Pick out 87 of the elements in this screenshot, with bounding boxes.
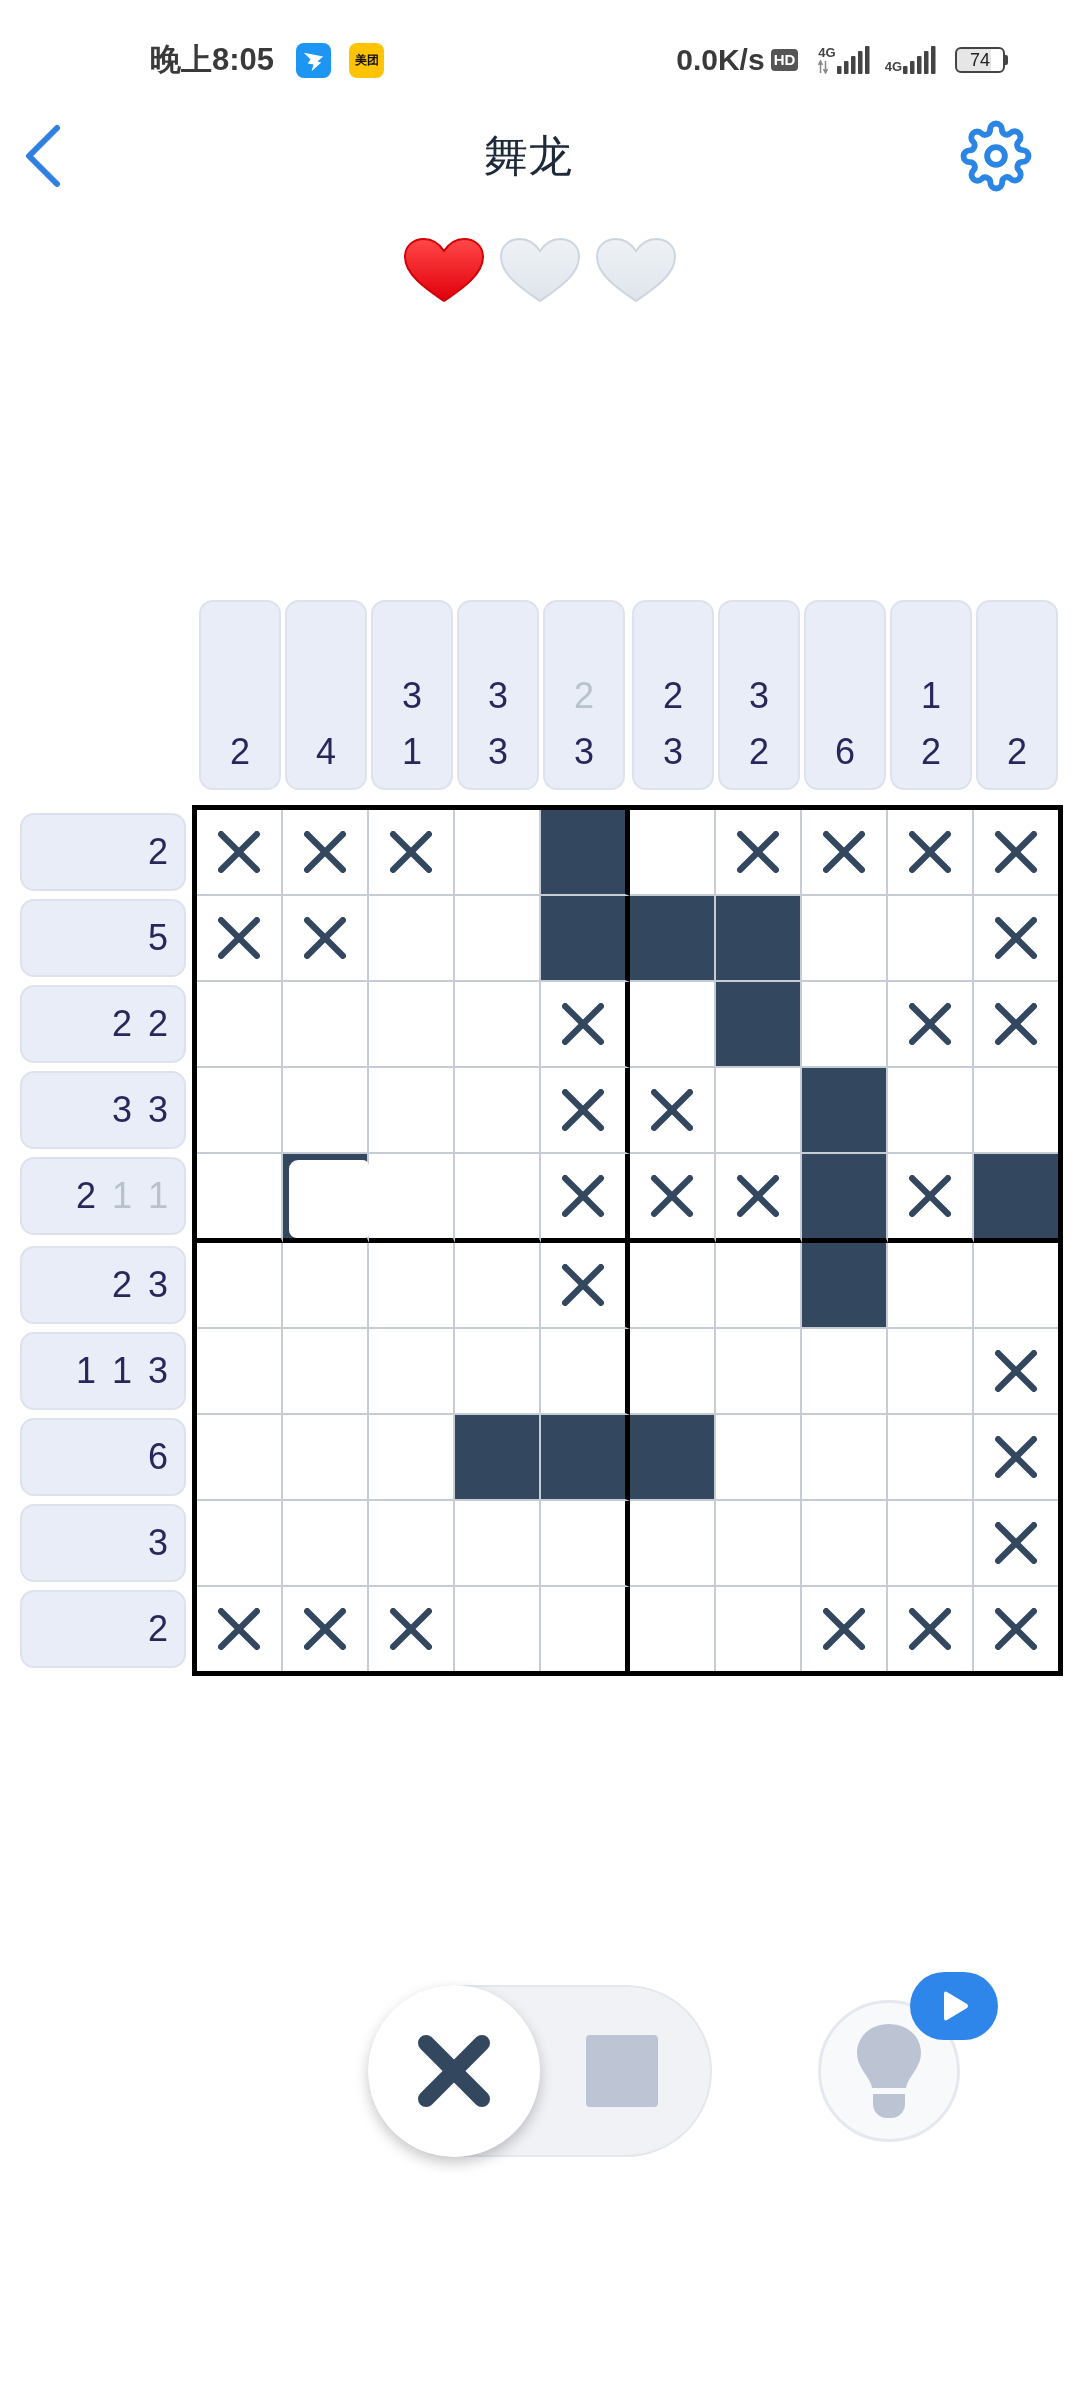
cross-icon: [995, 1608, 1037, 1650]
cross-icon: [390, 831, 432, 873]
cross-icon: [909, 1608, 951, 1650]
clue-number: 2: [111, 1004, 132, 1044]
cross-icon: [651, 1089, 693, 1131]
clue-number: 3: [488, 730, 508, 774]
clue-number: 6: [835, 730, 855, 774]
app-icon: [296, 42, 332, 78]
square-icon: [586, 2035, 658, 2107]
cross-icon: [562, 1089, 604, 1131]
network-speed: 0.0K/s: [676, 43, 765, 77]
puzzle-title: 舞龙: [484, 129, 572, 182]
battery-indicator: 74: [955, 47, 1008, 73]
clue-number: 2: [663, 674, 683, 718]
cross-icon: [995, 831, 1037, 873]
clue-number: 3: [147, 1090, 168, 1130]
grid-cell[interactable]: [541, 1415, 630, 1501]
cross-icon: [418, 2035, 490, 2107]
clue-number: 3: [488, 674, 508, 718]
cross-icon: [304, 831, 346, 873]
app-tile: 美团: [349, 42, 385, 78]
play-icon[interactable]: [910, 1972, 998, 2040]
clue-number: 3: [749, 674, 769, 718]
grid-cell[interactable]: [541, 1154, 630, 1243]
grid-cell[interactable]: [541, 896, 630, 982]
cross-icon: [562, 1175, 604, 1217]
grid-cell[interactable]: [541, 810, 630, 896]
cross-icon: [995, 1522, 1037, 1564]
cross-icon: [218, 831, 260, 873]
signal-icon: [836, 46, 871, 74]
clue-number: 2: [147, 1004, 168, 1044]
cross-icon: [995, 1003, 1037, 1045]
cross-icon: [995, 1436, 1037, 1478]
grid-cell[interactable]: [974, 1154, 1058, 1243]
back-icon[interactable]: [24, 124, 62, 188]
clue-number: 3: [147, 1523, 168, 1563]
cross-icon: [737, 1175, 779, 1217]
clue-number: 2: [111, 1265, 132, 1305]
cross-icon: [304, 917, 346, 959]
cross-icon: [823, 831, 865, 873]
grid-cell[interactable]: [541, 1501, 630, 1587]
cross-icon: [390, 1608, 432, 1650]
clue-number: 2: [230, 730, 250, 774]
clue-number: 6: [147, 1437, 168, 1477]
clue-number: 3: [111, 1090, 132, 1130]
clue-number: 3: [574, 730, 594, 774]
grid-cell[interactable]: [541, 1329, 630, 1415]
clue-number: 3: [663, 730, 683, 774]
clue-number: 2: [75, 1176, 96, 1216]
lightbulb-icon: [857, 2024, 921, 2118]
clue-number: 1: [921, 674, 941, 718]
clue-number: 3: [147, 1351, 168, 1391]
cross-icon: [562, 1003, 604, 1045]
cross-icon: [737, 831, 779, 873]
cross-icon: [562, 1264, 604, 1306]
network-type-label: 4G: [884, 60, 902, 74]
clue-number: 3: [147, 1265, 168, 1305]
cross-icon: [218, 917, 260, 959]
settings-icon[interactable]: [960, 120, 1032, 192]
scribble-patch-icon: [289, 1160, 369, 1238]
cross-icon: [995, 917, 1037, 959]
clue-number: 2: [147, 832, 168, 872]
cross-icon: [909, 831, 951, 873]
network-type-label: 4G: [818, 46, 836, 60]
clue-number: 2: [921, 730, 941, 774]
status-time: 晚上8:05: [150, 41, 275, 79]
cross-icon: [823, 1608, 865, 1650]
cross-icon: [909, 1003, 951, 1045]
grid-cell[interactable]: [541, 982, 630, 1068]
signal-icon: [903, 46, 937, 74]
cross-icon: [651, 1175, 693, 1217]
clue-number: 4: [316, 730, 336, 774]
cross-icon: [304, 1608, 346, 1650]
clue-number: 5: [147, 918, 168, 958]
cross-icon: [218, 1608, 260, 1650]
cross-icon: [995, 1350, 1037, 1392]
hd-badge: HD: [770, 49, 799, 71]
clue-number: 2: [749, 730, 769, 774]
clue-number: 2: [147, 1609, 168, 1649]
clue-number: 2: [1007, 730, 1027, 774]
clue-number: 3: [402, 674, 422, 718]
clue-number: 1: [402, 730, 422, 774]
clue-number: 1: [111, 1351, 132, 1391]
cross-icon: [909, 1175, 951, 1217]
grid-cell[interactable]: [541, 1243, 630, 1329]
grid-cell[interactable]: [541, 1068, 630, 1154]
clue-number: 1: [75, 1351, 96, 1391]
